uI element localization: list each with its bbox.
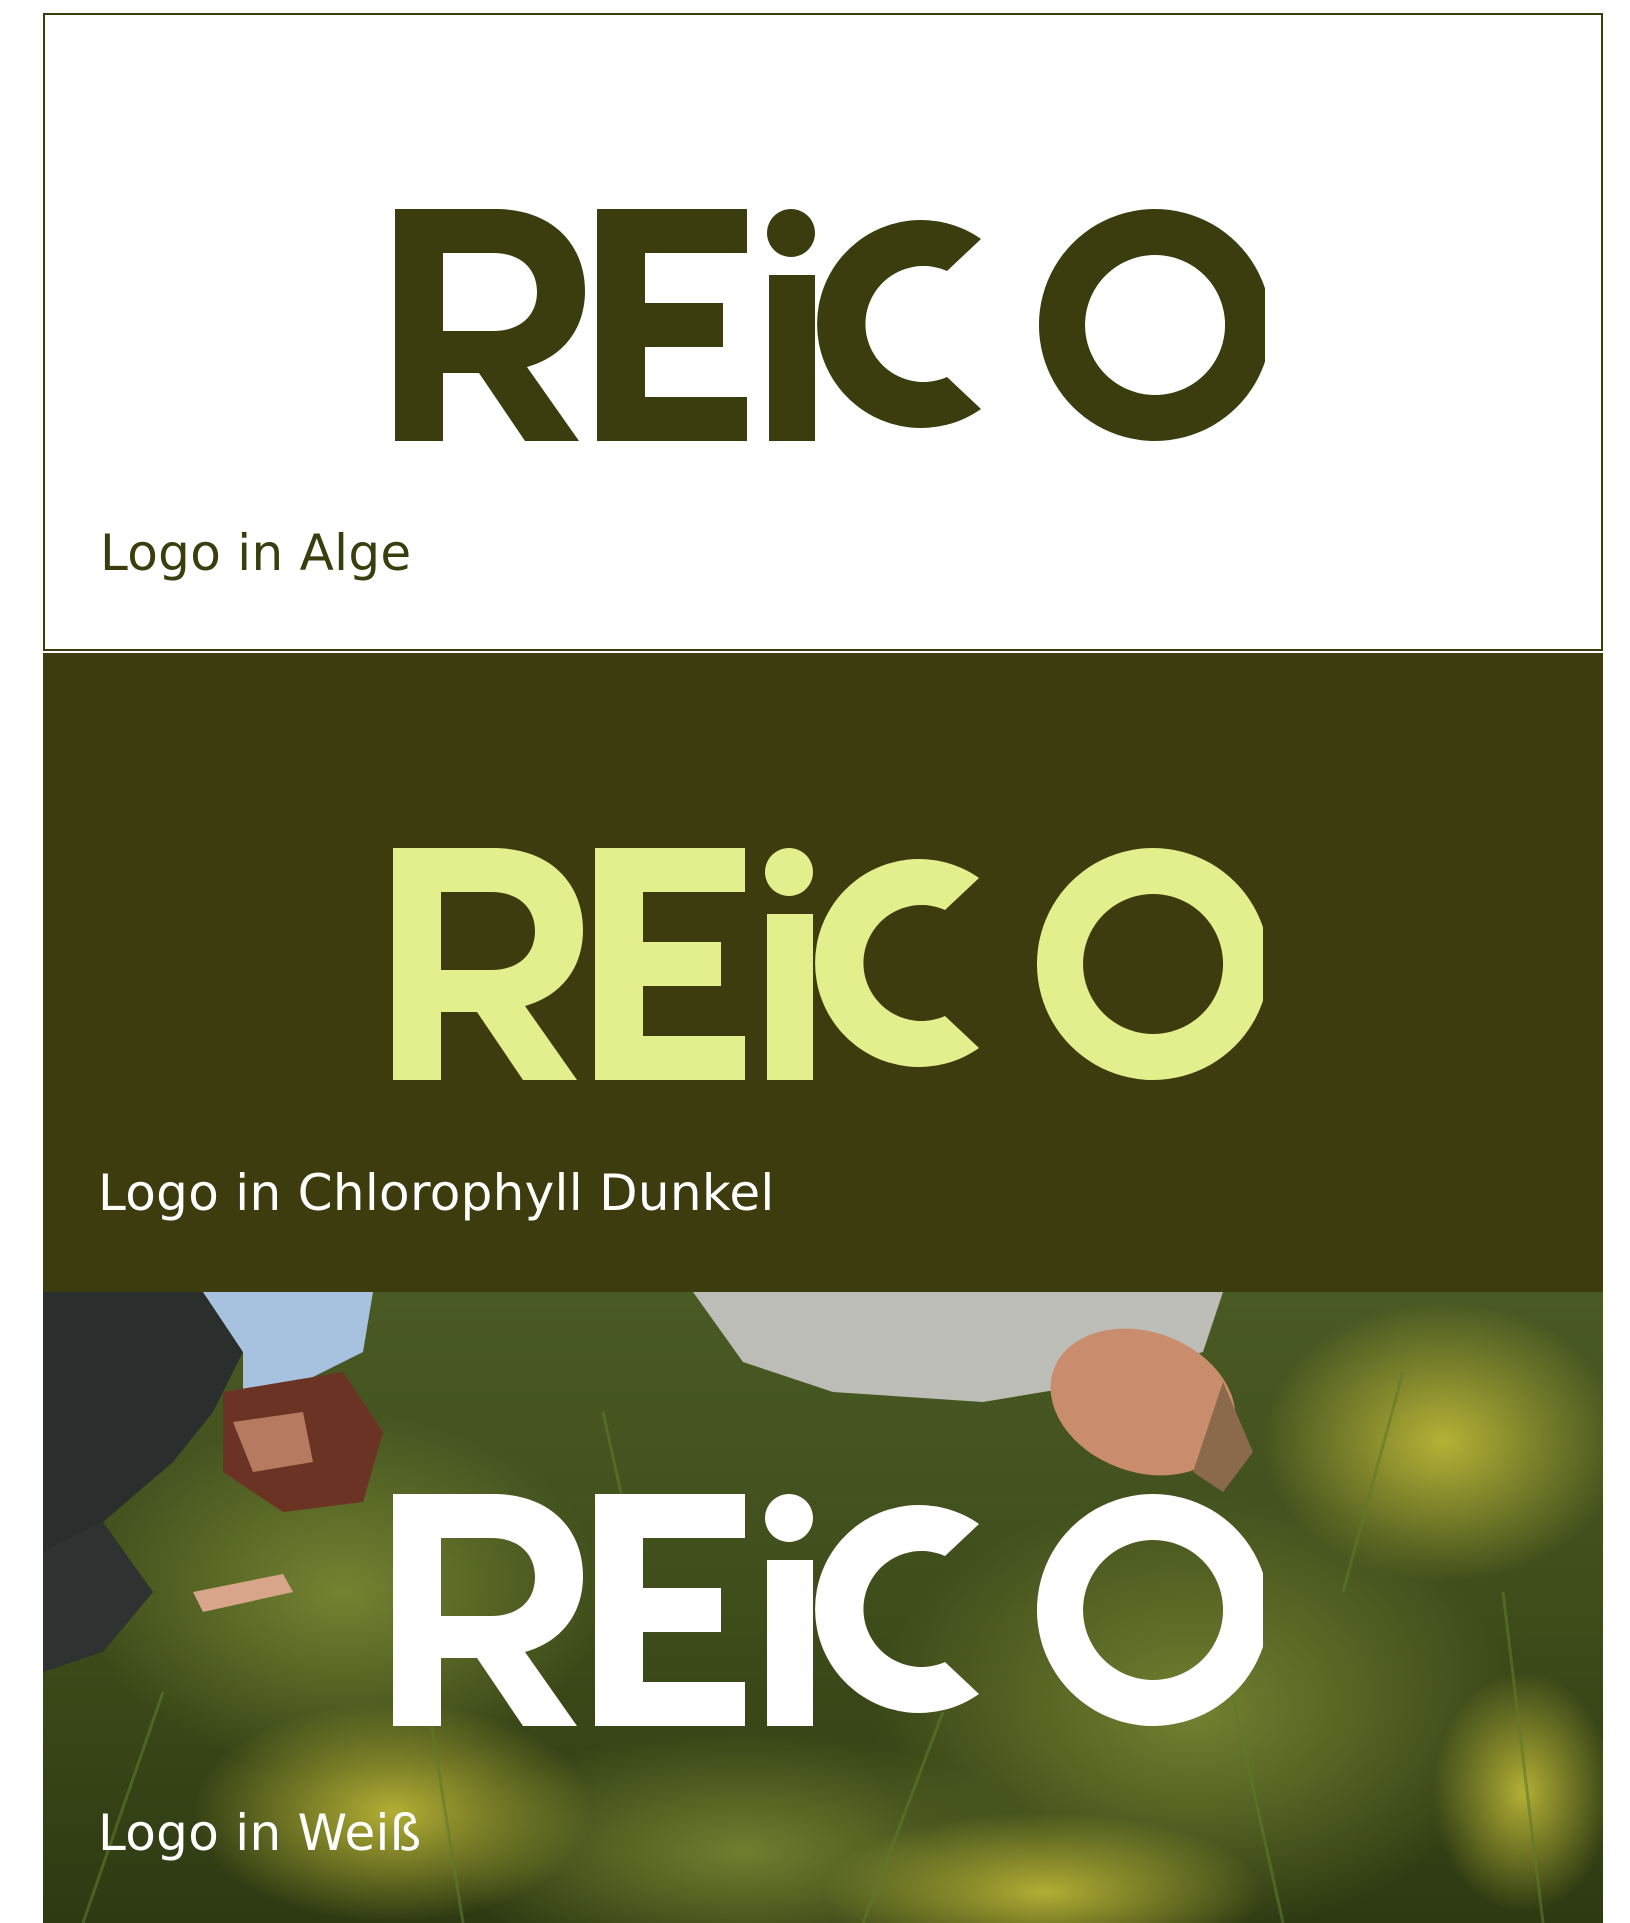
reico-logo [385, 209, 1265, 449]
reico-logo [383, 1494, 1263, 1734]
logo-caption: Logo in Chlorophyll Dunkel [98, 1164, 775, 1222]
logo-panel-alge: Logo in Alge [43, 13, 1603, 651]
reico-logo-mark [395, 209, 1265, 441]
logo-caption: Logo in Alge [100, 524, 412, 582]
logo-panel-chlorophyll-dunkel: Logo in Chlorophyll Dunkel [43, 653, 1603, 1292]
logo-caption: Logo in Weiß [98, 1804, 422, 1862]
reico-logo-mark [393, 1494, 1263, 1726]
logo-panel-weiss: Logo in Weiß [43, 1292, 1603, 1923]
reico-logo-mark [393, 848, 1263, 1080]
reico-logo [383, 848, 1263, 1088]
